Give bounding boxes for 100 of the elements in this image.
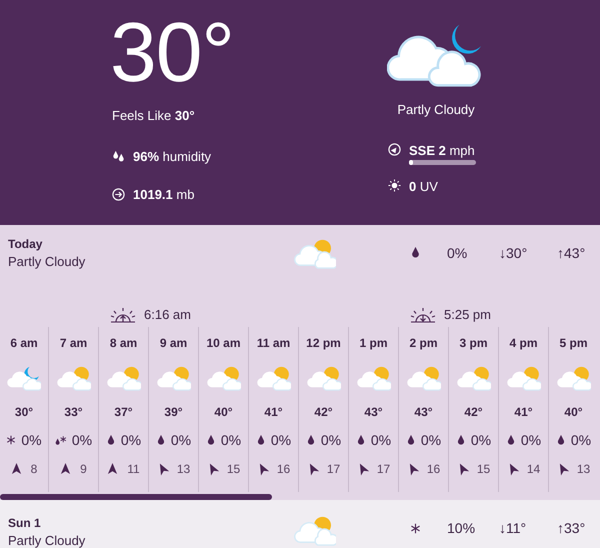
hour-temperature: 37° <box>114 404 133 419</box>
hour-wind-speed: 17 <box>376 462 390 476</box>
scrollbar[interactable] <box>0 494 272 500</box>
day-condition: Partly Cloudy <box>8 533 86 548</box>
hour-temperature: 41° <box>264 404 283 419</box>
hour-label: 4 pm <box>509 336 538 352</box>
feels-like: Feels Like 30° <box>112 108 196 123</box>
temperature: 30° <box>110 10 236 94</box>
raindrop-icon <box>456 434 466 446</box>
partly-cloudy-icon <box>306 364 340 391</box>
raindrop-icon <box>206 434 216 446</box>
snowflake-icon <box>6 434 16 446</box>
uv-index: 0 UV <box>409 179 438 194</box>
hour-wind-speed: 15 <box>226 462 240 476</box>
hour-temperature: 42° <box>314 404 333 419</box>
hour-precipitation: 0% <box>72 432 92 448</box>
condition: Partly Cloudy <box>397 102 475 117</box>
humidity: 96% humidity <box>133 148 212 164</box>
partly-cloudy-icon <box>156 364 190 391</box>
day-name: Sun 1 <box>8 516 42 530</box>
hour-label: 7 am <box>60 336 88 352</box>
hour-label: 12 pm <box>306 336 341 352</box>
partly-cloudy-icon <box>456 364 490 391</box>
hour-temperature: 40° <box>564 404 583 419</box>
raindrop-icon <box>410 246 421 260</box>
hour-wind-speed: 8 <box>30 462 38 476</box>
hour-wind-speed: 11 <box>127 462 140 476</box>
low-temperature: ↓11° <box>499 520 528 536</box>
hour-precipitation: 0% <box>320 432 342 448</box>
hour-precipitation: 0% <box>170 432 192 448</box>
hour-temperature: 43° <box>364 404 383 419</box>
hour-wind-speed: 9 <box>80 462 87 476</box>
hour-label: 2 pm <box>409 336 438 352</box>
partly-cloudy-icon <box>406 364 440 391</box>
day-condition: Partly Cloudy <box>8 254 86 269</box>
raindrop-icon <box>556 434 566 446</box>
sleet-icon <box>54 434 67 446</box>
hour-precipitation: 0% <box>270 432 292 448</box>
hour-temperature: 30° <box>14 404 34 419</box>
hour-label: 1 pm <box>359 336 388 352</box>
day-row[interactable]: Sun 1 Partly Cloudy 10% ↓11° ↑33° <box>0 500 600 548</box>
hour-precipitation: 0% <box>220 432 242 448</box>
snowflake-icon <box>410 522 421 534</box>
wind-direction-icon <box>60 462 72 476</box>
hour-wind-speed: 17 <box>326 462 340 476</box>
wind-icon <box>388 143 401 156</box>
partly-cloudy-icon <box>256 364 290 391</box>
hour-precipitation: 0% <box>120 432 142 448</box>
hour-temperature: 33° <box>64 404 83 419</box>
sun-icon <box>388 179 401 192</box>
partly-cloudy-icon <box>7 364 41 391</box>
hour-label: 9 am <box>160 336 188 352</box>
sun-event-time: 6:16 am <box>144 307 191 322</box>
wind-speed: SSE 2 mph <box>409 143 476 158</box>
partly-cloudy-icon <box>506 364 540 391</box>
raindrop-icon <box>256 434 266 446</box>
wind-direction-icon <box>10 462 22 476</box>
raindrop-icon <box>506 434 516 446</box>
humidity-icon <box>112 150 125 162</box>
hour-temperature: 40° <box>214 404 233 419</box>
hour-temperature: 43° <box>414 404 433 419</box>
hour-label: 11 am <box>256 336 290 352</box>
sun-event-time: 5:25 pm <box>444 307 491 322</box>
raindrop-icon <box>406 434 416 446</box>
wind-direction-icon <box>107 462 118 476</box>
hour-precipitation: 0% <box>470 432 492 448</box>
pressure: 1019.1 mb <box>133 186 194 202</box>
hour-wind-speed: 16 <box>426 462 440 476</box>
hour-label: 10 am <box>206 336 241 352</box>
wind-gauge <box>409 160 476 165</box>
hour-wind-speed: 16 <box>276 462 290 476</box>
precipitation: 10% <box>447 520 476 536</box>
high-temperature: ↑43° <box>557 244 586 261</box>
partly-cloudy-icon <box>56 364 90 391</box>
partly-cloudy-icon <box>356 364 390 391</box>
partly-cloudy-icon <box>206 364 240 391</box>
hour-precipitation: 0% <box>570 432 592 448</box>
day-name: Today <box>8 236 44 251</box>
sunset-icon <box>410 306 436 323</box>
hour-wind-speed: 13 <box>576 462 590 476</box>
hour-label: 8 am <box>110 336 138 352</box>
partly-cloudy-icon <box>294 514 336 546</box>
pressure-icon <box>112 188 125 200</box>
sunrise-icon <box>110 306 136 323</box>
hour-label: 6 am <box>10 336 38 352</box>
hour-temperature: 39° <box>164 404 183 419</box>
raindrop-icon <box>356 434 366 446</box>
raindrop-icon <box>156 434 166 446</box>
hour-temperature: 41° <box>514 404 533 419</box>
precipitation: 0% <box>447 244 468 261</box>
hour-label: 5 pm <box>559 336 588 352</box>
hour-wind-speed: 13 <box>176 462 190 476</box>
raindrop-icon <box>306 434 316 446</box>
raindrop-icon <box>106 434 116 446</box>
high-temperature: ↑33° <box>557 520 586 536</box>
hour-wind-speed: 14 <box>526 462 540 476</box>
hour-label: 3 pm <box>459 336 488 352</box>
hour-precipitation: 0% <box>420 432 442 448</box>
partly-cloudy-icon <box>106 364 140 391</box>
hour-precipitation: 0% <box>370 432 392 448</box>
